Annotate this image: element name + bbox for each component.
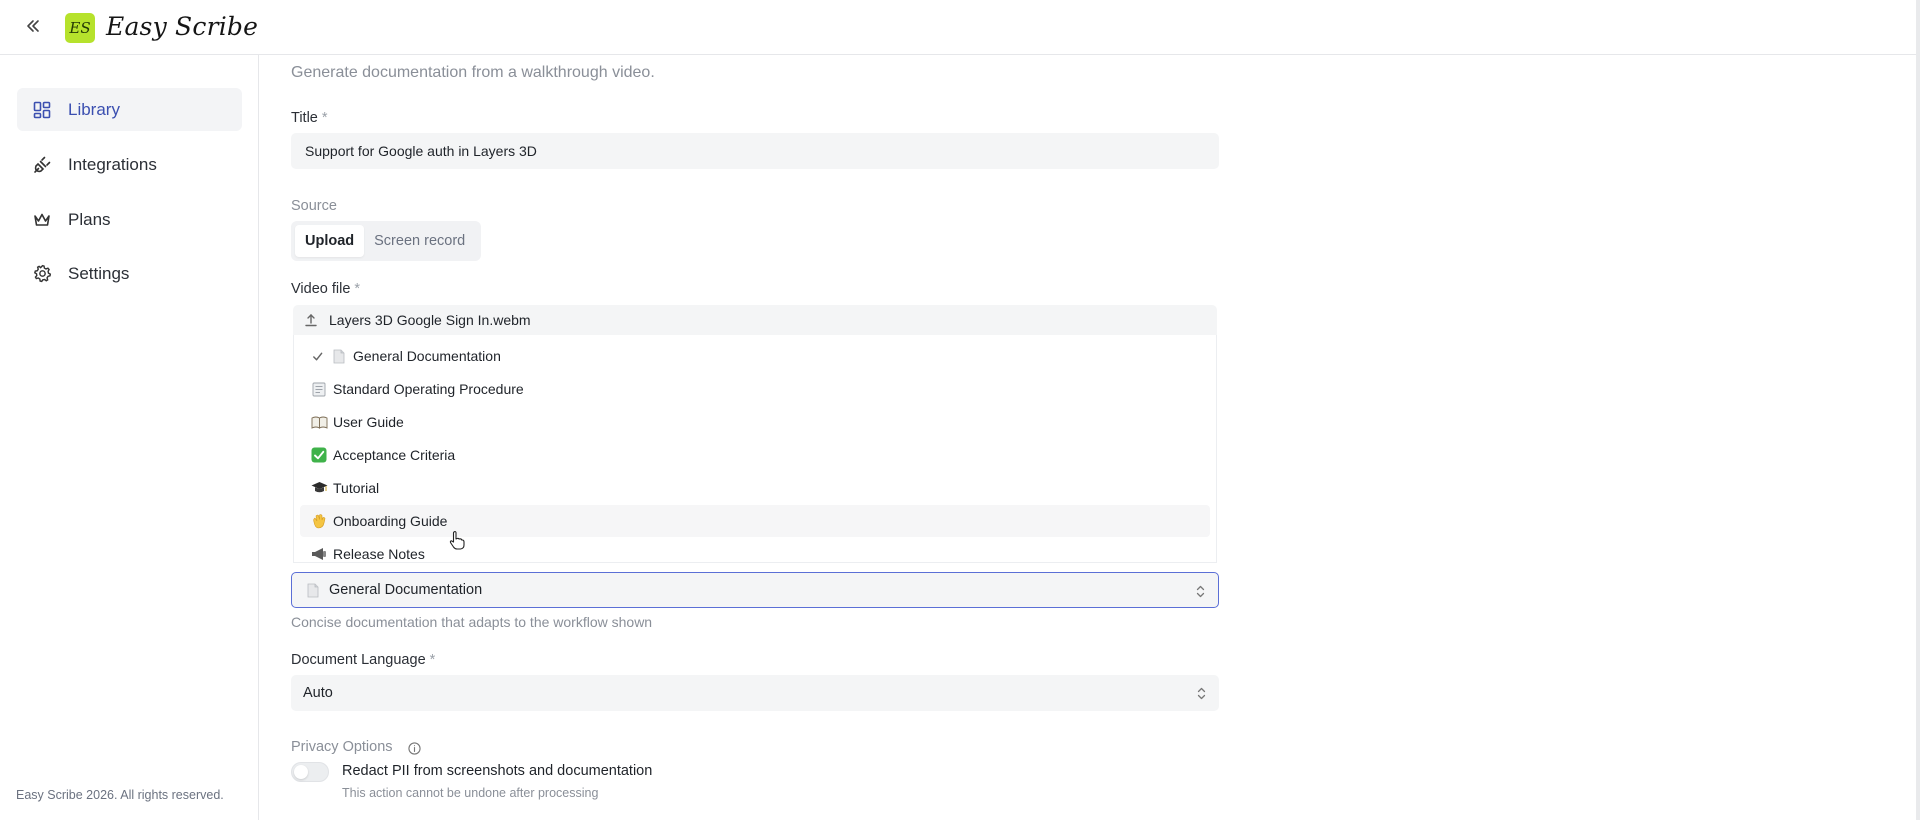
graduation-cap-icon	[310, 479, 328, 497]
open-book-icon	[310, 413, 328, 431]
required-mark: *	[354, 281, 361, 297]
green-check-box-icon	[310, 446, 328, 464]
info-icon[interactable]	[407, 741, 421, 755]
redact-pii-sublabel: This action cannot be undone after proce…	[342, 786, 599, 800]
sidebar: Library Integrations Plans Settings Easy…	[0, 55, 259, 820]
required-mark: *	[429, 652, 436, 668]
hand-pointer-cursor-icon	[449, 531, 465, 550]
waving-hand-icon	[310, 512, 328, 530]
video-label-text: Video file	[291, 281, 351, 297]
double-chevron-left-icon	[27, 20, 39, 32]
language-select[interactable]: Auto	[291, 675, 1219, 711]
option-label: User Guide	[333, 414, 404, 430]
video-file-name: Layers 3D Google Sign In.webm	[329, 312, 531, 328]
megaphone-icon	[310, 545, 328, 562]
option-label: Tutorial	[333, 480, 380, 496]
document-icon	[304, 581, 322, 599]
crown-icon	[32, 210, 52, 230]
doc-type-option-release-notes[interactable]: Release Notes	[300, 538, 1210, 562]
redact-pii-toggle[interactable]	[291, 762, 329, 782]
sidebar-item-settings[interactable]: Settings	[17, 252, 242, 295]
doc-type-dropdown-list: General Documentation Standard Operating…	[293, 335, 1217, 563]
doc-type-option-general[interactable]: General Documentation	[300, 340, 1210, 372]
title-label-text: Title	[291, 110, 318, 126]
doc-type-helper-text: Concise documentation that adapts to the…	[291, 614, 653, 630]
upload-icon	[303, 312, 319, 328]
option-label: General Documentation	[353, 348, 501, 364]
plug-icon	[32, 155, 52, 175]
doc-type-option-sop[interactable]: Standard Operating Procedure	[300, 373, 1210, 405]
doc-type-option-user-guide[interactable]: User Guide	[300, 406, 1210, 438]
page-subtitle: Generate documentation from a walkthroug…	[291, 64, 655, 81]
sidebar-item-label: Settings	[68, 263, 130, 283]
scrollbar[interactable]	[1916, 0, 1920, 820]
doc-type-option-tutorial[interactable]: Tutorial	[300, 472, 1210, 504]
document-icon	[330, 347, 348, 365]
redact-pii-label: Redact PII from screenshots and document…	[342, 763, 653, 779]
sidebar-item-integrations[interactable]: Integrations	[17, 143, 242, 186]
language-selected-value: Auto	[303, 685, 333, 701]
privacy-options-label: Privacy Options	[291, 739, 393, 755]
doc-type-option-onboarding-guide[interactable]: Onboarding Guide	[300, 505, 1210, 537]
gear-icon	[32, 264, 52, 284]
source-screen-record-button[interactable]: Screen record	[364, 225, 475, 257]
option-label: Onboarding Guide	[333, 513, 448, 529]
sidebar-item-label: Integrations	[68, 154, 157, 174]
sidebar-item-label: Plans	[68, 209, 111, 229]
option-label: Standard Operating Procedure	[333, 381, 524, 397]
doc-type-select[interactable]: General Documentation	[291, 572, 1219, 608]
app-title: Easy Scribe	[106, 12, 259, 41]
video-file-input[interactable]: Layers 3D Google Sign In.webm	[293, 305, 1217, 335]
title-input[interactable]: Support for Google auth in Layers 3D	[291, 133, 1219, 169]
chevron-up-down-icon	[1195, 685, 1207, 701]
footer-copyright: Easy Scribe 2026. All rights reserved.	[16, 788, 224, 802]
doc-type-option-acceptance-criteria[interactable]: Acceptance Criteria	[300, 439, 1210, 471]
sidebar-item-library[interactable]: Library	[17, 88, 242, 131]
top-bar: ES Easy Scribe	[0, 0, 1916, 55]
title-field-label: Title *	[291, 110, 328, 126]
video-file-label: Video file *	[291, 281, 360, 297]
source-upload-button[interactable]: Upload	[295, 225, 365, 257]
language-field-label: Document Language *	[291, 652, 435, 668]
check-icon	[310, 351, 324, 362]
page-icon	[310, 380, 328, 398]
app-logo: ES	[65, 13, 95, 43]
logo-initials: ES	[69, 19, 91, 37]
source-label: Source	[291, 198, 337, 214]
collapse-sidebar-button[interactable]	[22, 15, 44, 37]
chevron-up-down-icon	[1194, 583, 1206, 599]
sidebar-item-label: Library	[68, 99, 120, 119]
option-label: Acceptance Criteria	[333, 447, 456, 463]
option-label: Release Notes	[333, 546, 425, 562]
required-mark: *	[321, 110, 328, 126]
grid-icon	[32, 100, 52, 120]
doc-type-selected-label: General Documentation	[329, 582, 483, 598]
toggle-knob	[294, 765, 308, 779]
sidebar-item-plans[interactable]: Plans	[17, 198, 242, 241]
source-segmented-control: Upload Screen record	[291, 221, 481, 261]
language-label-text: Document Language	[291, 652, 426, 668]
